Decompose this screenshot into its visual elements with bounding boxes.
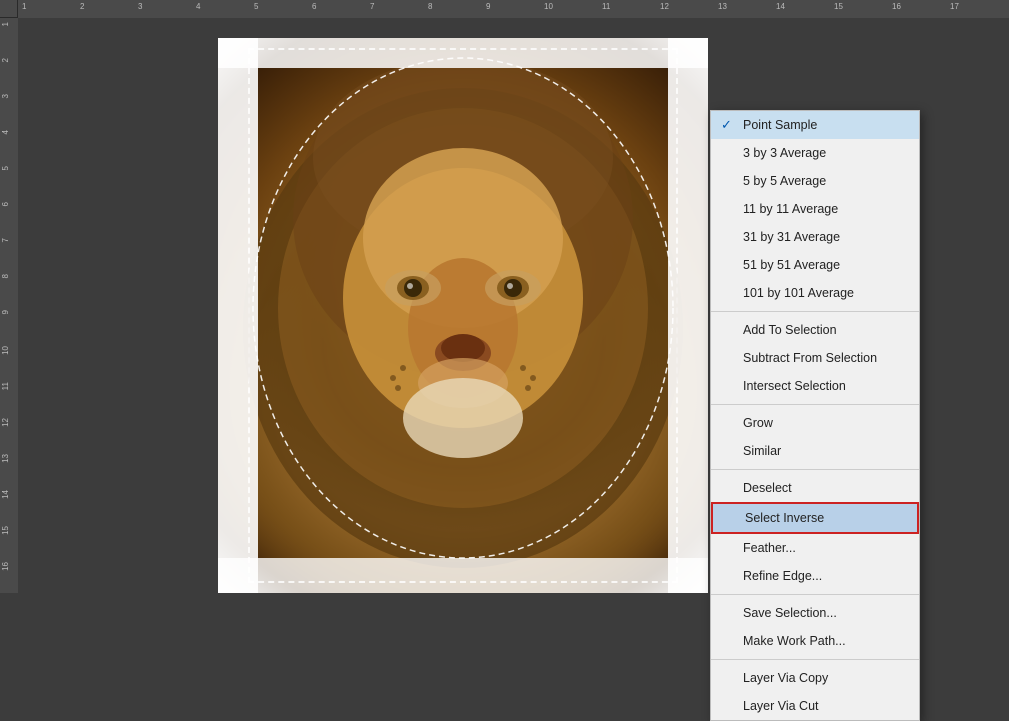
menu-item-101x101-avg[interactable]: 101 by 101 Average (711, 279, 919, 307)
menu-item-11x11-avg[interactable]: 11 by 11 Average (711, 195, 919, 223)
menu-item-save-selection[interactable]: Save Selection... (711, 599, 919, 627)
ruler-v-label: 12 (1, 418, 10, 427)
ruler-h-label: 4 (196, 2, 200, 11)
menu-item-select-inverse[interactable]: Select Inverse (711, 502, 919, 534)
ruler-v-label: 9 (1, 310, 10, 314)
ruler-h-label: 11 (602, 2, 610, 11)
ruler-v-label: 5 (1, 166, 10, 170)
ruler-h-label: 8 (428, 2, 432, 11)
ruler-v-label: 8 (1, 274, 10, 278)
ruler-v-label: 4 (1, 130, 10, 134)
ruler-v-label: 16 (1, 562, 10, 571)
ruler-v-label: 3 (1, 94, 10, 98)
ruler-h-label: 1 (22, 2, 26, 11)
ruler-v-label: 1 (1, 22, 10, 26)
ruler-v-label: 10 (1, 346, 10, 355)
ruler-h-label: 5 (254, 2, 258, 11)
ruler-h-label: 16 (892, 2, 901, 11)
menu-item-31x31-avg[interactable]: 31 by 31 Average (711, 223, 919, 251)
context-menu: Point Sample3 by 3 Average5 by 5 Average… (710, 110, 920, 721)
ruler-h-label: 6 (312, 2, 316, 11)
image-canvas (218, 38, 708, 593)
ruler-corner (0, 0, 18, 18)
ruler-h-label: 17 (950, 2, 959, 11)
menu-separator (711, 404, 919, 405)
menu-item-point-sample[interactable]: Point Sample (711, 111, 919, 139)
menu-item-51x51-avg[interactable]: 51 by 51 Average (711, 251, 919, 279)
ruler-h-label: 14 (776, 2, 785, 11)
ruler-v-label: 13 (1, 454, 10, 463)
menu-item-refine-edge[interactable]: Refine Edge... (711, 562, 919, 590)
menu-separator (711, 469, 919, 470)
menu-item-5x5-avg[interactable]: 5 by 5 Average (711, 167, 919, 195)
ruler-h-label: 10 (544, 2, 553, 11)
ruler-h-label: 7 (370, 2, 374, 11)
menu-item-add-selection[interactable]: Add To Selection (711, 316, 919, 344)
ruler-h-label: 15 (834, 2, 843, 11)
menu-separator (711, 659, 919, 660)
ruler-v-label: 2 (1, 58, 10, 62)
menu-item-layer-via-cut[interactable]: Layer Via Cut (711, 692, 919, 720)
ruler-v-label: 14 (1, 490, 10, 499)
ruler-h-label: 13 (718, 2, 727, 11)
menu-separator (711, 594, 919, 595)
menu-separator (711, 311, 919, 312)
menu-item-subtract-selection[interactable]: Subtract From Selection (711, 344, 919, 372)
menu-item-make-work-path[interactable]: Make Work Path... (711, 627, 919, 655)
ruler-horizontal: 1234567891011121314151617 (18, 0, 1009, 18)
ruler-h-label: 3 (138, 2, 142, 11)
ruler-h-label: 2 (80, 2, 84, 11)
ruler-h-label: 12 (660, 2, 669, 11)
lion-image (218, 38, 708, 593)
menu-item-feather[interactable]: Feather... (711, 534, 919, 562)
ruler-v-label: 11 (1, 382, 10, 390)
ruler-v-label: 6 (1, 202, 10, 206)
menu-item-similar[interactable]: Similar (711, 437, 919, 465)
menu-item-layer-via-copy[interactable]: Layer Via Copy (711, 664, 919, 692)
menu-item-3x3-avg[interactable]: 3 by 3 Average (711, 139, 919, 167)
ruler-vertical: 12345678910111213141516 (0, 18, 18, 593)
menu-item-grow[interactable]: Grow (711, 409, 919, 437)
ruler-v-label: 15 (1, 526, 10, 535)
ruler-h-label: 9 (486, 2, 490, 11)
menu-item-deselect[interactable]: Deselect (711, 474, 919, 502)
ruler-v-label: 7 (1, 238, 10, 242)
menu-item-intersect-selection[interactable]: Intersect Selection (711, 372, 919, 400)
